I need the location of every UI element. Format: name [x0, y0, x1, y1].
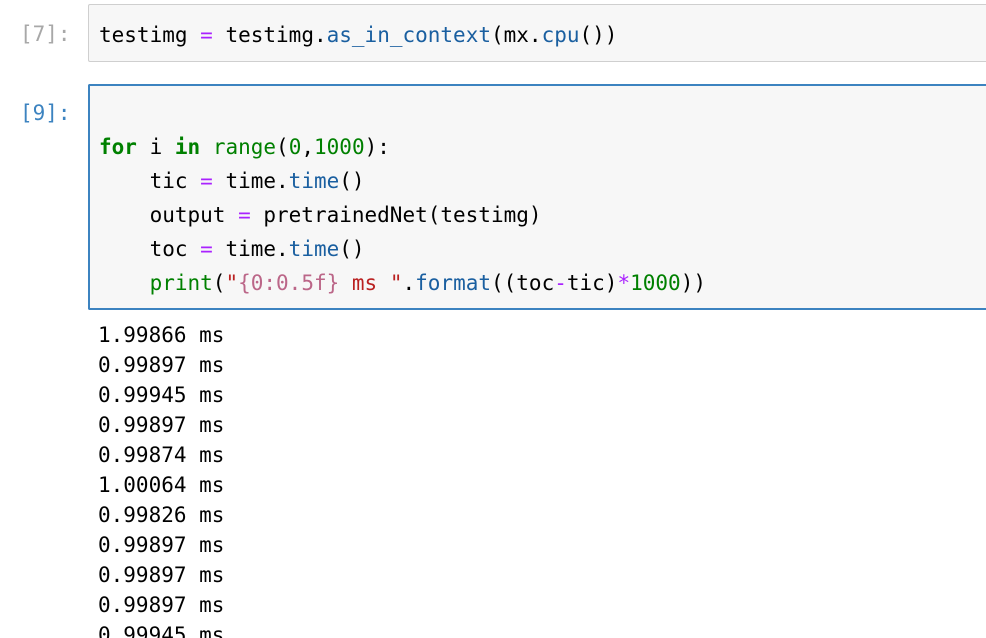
- code-token: -: [554, 271, 567, 295]
- code-token: {0:0.5f}: [238, 271, 340, 295]
- code-token: testimg: [99, 23, 188, 47]
- code-token: tic): [566, 271, 618, 295]
- output-line: 0.99897 ms: [98, 563, 225, 587]
- output-line: 0.99897 ms: [98, 353, 225, 377]
- cell-9-input[interactable]: for i in range(0,1000): tic = time.time(…: [88, 84, 986, 310]
- output-line: 0.99897 ms: [98, 593, 225, 617]
- code-token: in: [174, 135, 201, 159]
- code-line: tic = time.time(): [99, 164, 706, 198]
- code-token: =: [200, 23, 213, 47]
- output-line: 1.99866 ms: [98, 323, 225, 347]
- code-token: ms ": [339, 271, 403, 295]
- cell-9-code[interactable]: for i in range(0,1000): tic = time.time(…: [99, 130, 706, 300]
- code-token: ,: [301, 135, 315, 159]
- code-token: ": [225, 271, 239, 295]
- code-token: tic: [99, 169, 201, 193]
- code-token: .: [402, 271, 416, 295]
- code-line: print("{0:0.5f} ms ".format((toc-tic)*10…: [99, 266, 706, 300]
- output-line: 0.99945 ms: [98, 383, 225, 407]
- code-token: 1000: [314, 135, 365, 159]
- code-token: (): [339, 237, 365, 261]
- code-token: ):: [364, 135, 390, 159]
- code-token: time.: [212, 237, 289, 261]
- code-token: output: [99, 203, 239, 227]
- code-token: range: [212, 135, 277, 159]
- code-token: toc: [99, 237, 201, 261]
- code-token: =: [200, 237, 213, 261]
- output-line: 1.00064 ms: [98, 473, 225, 497]
- code-token: (): [339, 169, 365, 193]
- code-token: ()): [579, 23, 618, 47]
- cell-7-prompt: [7]:: [20, 22, 71, 46]
- code-token: =: [238, 203, 251, 227]
- cell-9-output: 1.99866 ms 0.99897 ms 0.99945 ms 0.99897 ms…: [98, 320, 224, 638]
- code-token: (: [276, 135, 289, 159]
- cell-7-code[interactable]: testimg = testimg.as_in_context(mx.cpu()…: [99, 18, 617, 52]
- code-token: ((toc: [491, 271, 555, 295]
- cell-7-input[interactable]: testimg = testimg.as_in_context(mx.cpu()…: [88, 4, 986, 62]
- code-token: as_in_context: [326, 23, 491, 47]
- cell-9-prompt: [9]:: [20, 101, 71, 125]
- code-token: time: [288, 237, 340, 261]
- code-line: for i in range(0,1000):: [99, 130, 706, 164]
- code-token: *: [617, 271, 631, 295]
- output-line: 0.99897 ms: [98, 413, 225, 437]
- notebook-page: [7]: testimg = testimg.as_in_context(mx.…: [0, 0, 986, 638]
- code-line: testimg = testimg.as_in_context(mx.cpu()…: [99, 18, 617, 52]
- output-line: 0.99826 ms: [98, 503, 225, 527]
- code-token: i: [136, 135, 175, 159]
- output-line: 0.99874 ms: [98, 443, 225, 467]
- code-token: time.: [212, 169, 289, 193]
- code-token: )): [680, 271, 706, 295]
- code-token: for: [99, 135, 137, 159]
- code-token: 1000: [630, 271, 681, 295]
- output-line: 0.99897 ms: [98, 533, 225, 557]
- code-token: 0: [288, 135, 302, 159]
- code-token: =: [200, 169, 213, 193]
- code-line: toc = time.time(): [99, 232, 706, 266]
- code-line: output = pretrainedNet(testimg): [99, 198, 706, 232]
- code-token: (: [212, 271, 226, 295]
- code-token: print: [149, 271, 213, 295]
- code-token: time: [288, 169, 340, 193]
- code-token: format: [415, 271, 491, 295]
- code-token: cpu: [541, 23, 580, 47]
- code-token: testimg.: [212, 23, 327, 47]
- code-token: (mx.: [491, 23, 542, 47]
- code-token: pretrainedNet(testimg): [250, 203, 542, 227]
- output-line: 0.99945 ms: [98, 623, 225, 638]
